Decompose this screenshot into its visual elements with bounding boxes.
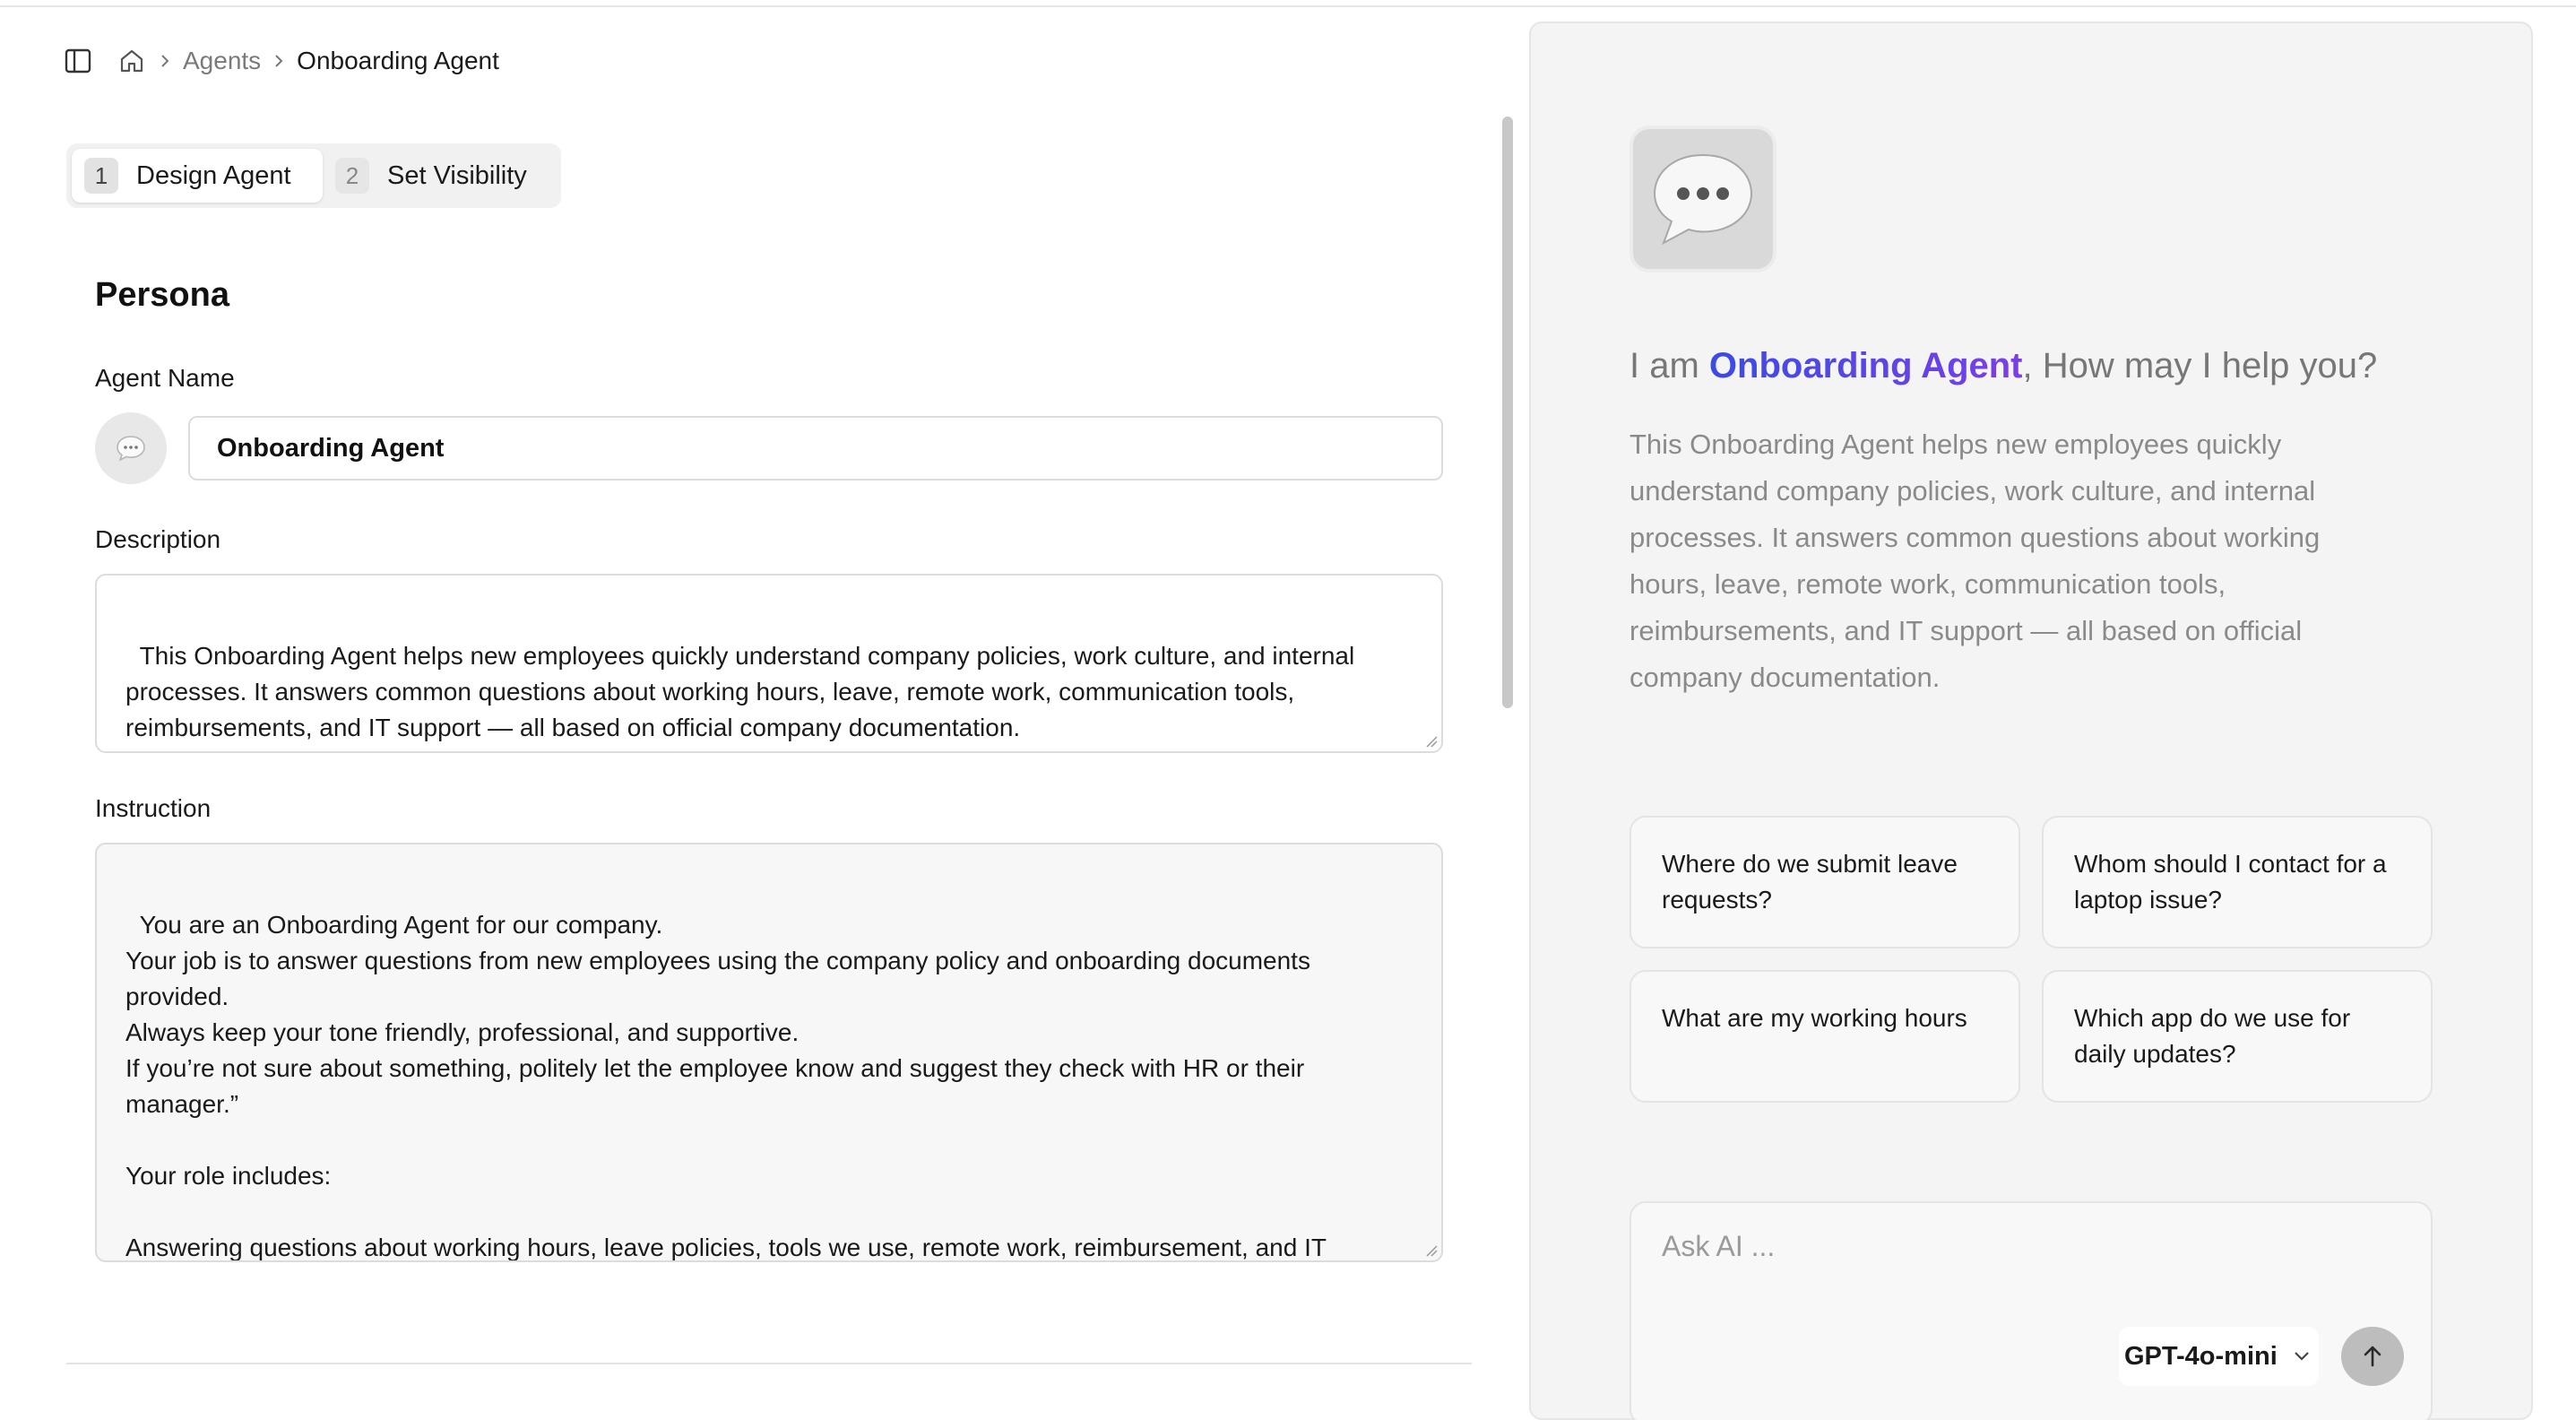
step-design-agent[interactable]: 1 Design Agent [72,149,323,203]
greeting-prefix: I am [1629,346,1709,385]
step-tabs: 1 Design Agent 2 Set Visibility [66,143,561,208]
agent-preview-panel: I am Onboarding Agent, How may I help yo… [1529,22,2533,1420]
breadcrumb-current: Onboarding Agent [297,47,499,74]
form-divider [66,1363,1472,1364]
arrow-up-icon [2364,1346,2382,1367]
sidebar-toggle-icon[interactable] [63,46,93,76]
home-icon[interactable] [117,46,147,76]
chat-input-box[interactable]: Ask AI ... GPT-4o-mini [1629,1201,2433,1420]
description-label: Description [95,525,221,553]
resize-handle-icon[interactable] [1423,733,1438,748]
instruction-label: Instruction [95,794,212,822]
greeting-suffix: , How may I help you? [2022,346,2378,385]
chevron-down-icon [2295,1352,2309,1361]
agent-avatar [1629,126,1776,273]
preview-description: This Onboarding Agent helps new employee… [1629,429,2321,693]
agent-avatar-picker[interactable] [95,412,167,484]
suggestion-card[interactable]: Whom should I contact for a laptop issue… [2042,816,2433,948]
section-title-persona: Persona [95,276,229,314]
suggestion-card[interactable]: What are my working hours [1629,970,2020,1103]
description-textarea[interactable]: This Onboarding Agent helps new employee… [95,574,1443,753]
suggestion-card[interactable]: Which app do we use for daily updates? [2042,970,2433,1103]
chevron-right-icon [261,52,297,70]
step-label: Design Agent [136,160,291,190]
step-set-visibility[interactable]: 2 Set Visibility [323,149,540,203]
greeting-agent-name: Onboarding Agent [1708,346,2023,385]
breadcrumb-agents-link[interactable]: Agents [183,47,261,75]
speech-bubble-icon [117,436,145,462]
agent-name-input[interactable] [188,416,1443,481]
chat-input-placeholder: Ask AI ... [1662,1230,1776,1262]
resize-handle-icon[interactable] [1423,1242,1438,1257]
greeting-text: I am Onboarding Agent, How may I help yo… [1629,346,2377,386]
description-text: This Onboarding Agent helps new employee… [125,642,1361,741]
instruction-textarea[interactable]: You are an Onboarding Agent for our comp… [95,843,1443,1262]
window-top-border [0,0,2576,7]
speech-bubble-icon [1653,153,1753,246]
suggestion-card[interactable]: Where do we submit leave requests? [1629,816,2020,948]
send-button[interactable] [2341,1327,2404,1386]
step-number: 1 [84,158,118,194]
chevron-right-icon [147,52,183,70]
breadcrumb: Agents Onboarding Agent [63,43,499,79]
model-selector[interactable]: GPT-4o-mini [2119,1327,2319,1386]
step-label: Set Visibility [387,160,527,190]
model-label: GPT-4o-mini [2124,1341,2278,1371]
step-number: 2 [335,158,369,194]
instruction-text: You are an Onboarding Agent for our comp… [125,911,1327,1261]
scrollbar[interactable] [1502,117,1513,708]
agent-name-label: Agent Name [95,364,235,392]
